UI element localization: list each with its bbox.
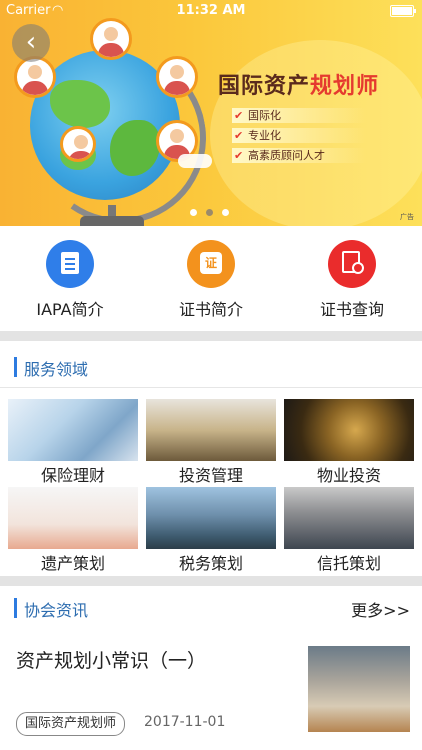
service-label: 物业投资	[316, 466, 381, 485]
service-tile-tax[interactable]: 税务策划	[146, 487, 276, 573]
checkmark-icon: ✔	[234, 149, 244, 162]
banner-bullet: ✔ 国际化	[232, 108, 366, 123]
quick-entry-row: IAPA简介 证 证书简介 证书查询	[0, 226, 422, 331]
quick-entry-label: 证书查询	[319, 300, 384, 319]
service-image	[8, 487, 138, 549]
section-accent-bar	[14, 598, 17, 618]
news-title: 资产规划小常识（一）	[16, 650, 207, 672]
person-avatar-icon	[14, 56, 56, 98]
service-tile-property[interactable]: 物业投资	[284, 399, 414, 485]
status-bar: Carrier ◠ 11:32 AM	[0, 0, 422, 22]
section-title: 协会资讯	[24, 601, 89, 620]
news-thumbnail	[308, 646, 410, 732]
globe-stand-base	[80, 216, 144, 226]
service-label: 税务策划	[178, 554, 243, 573]
battery-icon	[390, 5, 416, 17]
ad-label: 广告	[400, 213, 414, 221]
service-label: 保险理财	[40, 466, 105, 485]
quick-entry-label: 证书简介	[178, 300, 243, 319]
person-avatar-icon	[60, 126, 96, 162]
section-title: 服务领域	[24, 360, 89, 379]
news-tag: 国际资产规划师	[16, 712, 126, 736]
news-date: 2017-11-01	[144, 714, 226, 730]
banner-title: 国际资产规划师	[218, 74, 380, 99]
back-button[interactable]: ‹	[12, 24, 50, 62]
search-document-icon	[328, 240, 376, 288]
service-image	[284, 487, 414, 549]
service-tile-investment[interactable]: 投资管理	[146, 399, 276, 485]
person-avatar-icon	[90, 18, 132, 60]
banner-bullet: ✔ 高素质顾问人才	[232, 148, 366, 163]
section-divider	[0, 331, 422, 341]
section-accent-bar	[14, 357, 17, 377]
service-image	[8, 399, 138, 461]
carousel-dot[interactable]	[222, 209, 229, 216]
checkmark-icon: ✔	[234, 109, 244, 122]
quick-entry-certificate-intro[interactable]: 证 证书简介	[141, 240, 281, 320]
services-header: 服务领域	[0, 345, 422, 388]
certificate-icon: 证	[187, 240, 235, 288]
quick-entry-iapa-intro[interactable]: IAPA简介	[0, 240, 140, 320]
news-item[interactable]: 资产规划小常识（一） 国际资产规划师 2017-11-01	[0, 632, 422, 750]
more-link[interactable]: 更多>>	[351, 597, 410, 621]
carousel-dot[interactable]	[190, 209, 197, 216]
checkmark-icon: ✔	[234, 129, 244, 142]
service-tile-insurance[interactable]: 保险理财	[8, 399, 138, 485]
banner-bullet: ✔ 专业化	[232, 128, 366, 143]
section-divider	[0, 576, 422, 586]
service-tile-trust[interactable]: 信托策划	[284, 487, 414, 573]
carousel-indicator[interactable]	[190, 201, 238, 220]
services-grid: 保险理财 投资管理 物业投资 遗产策划 税务策划 信托策划	[0, 395, 422, 575]
news-header: 协会资讯 更多>>	[0, 586, 422, 633]
service-image	[146, 399, 276, 461]
service-image	[146, 487, 276, 549]
clock: 11:32 AM	[176, 3, 246, 18]
person-avatar-icon	[156, 56, 198, 98]
service-label: 投资管理	[178, 466, 243, 485]
service-tile-estate[interactable]: 遗产策划	[8, 487, 138, 573]
service-label: 遗产策划	[40, 554, 105, 573]
document-icon	[46, 240, 94, 288]
carousel-dot-active[interactable]	[206, 209, 213, 216]
quick-entry-label: IAPA简介	[36, 300, 104, 319]
quick-entry-certificate-query[interactable]: 证书查询	[282, 240, 422, 320]
service-image	[284, 399, 414, 461]
service-label: 信托策划	[316, 554, 381, 573]
hero-banner[interactable]: 国际资产规划师 ✔ 国际化 ✔ 专业化 ✔ 高素质顾问人才 广告 ‹	[0, 0, 422, 226]
cloud-icon	[178, 154, 212, 168]
